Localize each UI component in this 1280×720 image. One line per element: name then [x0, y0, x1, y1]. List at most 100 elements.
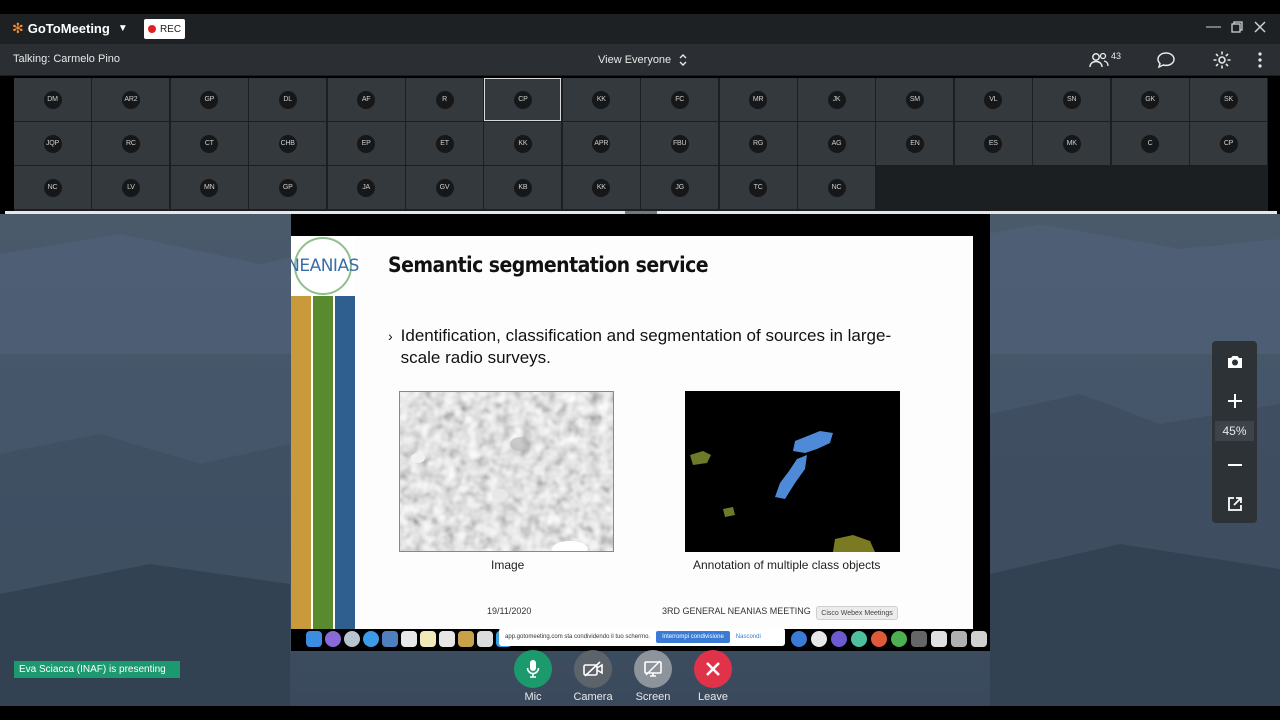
mail-icon	[382, 631, 398, 647]
participant-avatar: APR	[592, 134, 611, 153]
participant-tile[interactable]: CP	[1190, 122, 1267, 165]
participant-tile[interactable]: EP	[327, 122, 405, 165]
participant-tile[interactable]: NC	[798, 166, 875, 209]
participant-avatar: VL	[984, 90, 1003, 109]
snapshot-camera-icon[interactable]	[1219, 346, 1250, 377]
screen-button[interactable]	[634, 650, 672, 688]
dock-right-icons	[791, 631, 987, 647]
participant-avatar: AF	[357, 90, 376, 109]
launchpad-icon	[344, 631, 360, 647]
participant-tile[interactable]: VL	[954, 78, 1032, 121]
screen-control[interactable]: Screen	[633, 650, 673, 703]
mic-control[interactable]: Mic	[513, 650, 553, 703]
participant-avatar: JA	[357, 178, 376, 197]
caption-image: Image	[491, 558, 525, 572]
document-icon	[477, 631, 493, 647]
participant-tile[interactable]: FC	[641, 78, 719, 121]
participant-tile[interactable]: KK	[484, 122, 562, 165]
recording-badge[interactable]: REC	[144, 19, 185, 39]
participant-tile[interactable]: JG	[641, 166, 719, 209]
participant-avatar: CP	[1219, 134, 1238, 153]
participant-tile[interactable]: NC	[14, 166, 91, 209]
participant-tile[interactable]: DL	[249, 78, 327, 121]
app-icon-3	[871, 631, 887, 647]
minimize-icon[interactable]: —	[1206, 18, 1221, 35]
leave-control[interactable]: Leave	[693, 650, 733, 703]
participant-tile[interactable]: RG	[719, 122, 797, 165]
presentation-slide: NEANIAS Semantic segmentation service › …	[291, 236, 973, 629]
participant-tile[interactable]: GP	[249, 166, 327, 209]
notes-icon	[420, 631, 436, 647]
participant-tile[interactable]: SM	[876, 78, 954, 121]
camera-control[interactable]: Camera	[573, 650, 613, 703]
participant-tile[interactable]: AR2	[92, 78, 170, 121]
pop-out-icon[interactable]	[1219, 488, 1250, 519]
participant-tile[interactable]: KK	[562, 166, 640, 209]
view-selector[interactable]: View Everyone	[598, 53, 687, 67]
safari-icon	[363, 631, 379, 647]
shared-screen[interactable]: NEANIAS Semantic segmentation service › …	[291, 214, 990, 651]
leave-x-icon	[706, 662, 720, 676]
participant-tile[interactable]: AF	[327, 78, 405, 121]
participants-icon[interactable]	[1089, 52, 1109, 73]
participant-tile[interactable]: TC	[719, 166, 797, 209]
participant-avatar: GP	[200, 90, 219, 109]
stop-sharing-button[interactable]: Interrompi condivisione	[656, 631, 730, 643]
participant-tile[interactable]: GP	[170, 78, 248, 121]
app-menu[interactable]: ✻ GoToMeeting ▼	[12, 20, 128, 37]
leave-button[interactable]	[694, 650, 732, 688]
restore-icon[interactable]	[1231, 20, 1243, 37]
more-options-icon[interactable]	[1258, 52, 1262, 73]
participant-tile[interactable]: APR	[562, 122, 640, 165]
participant-tile[interactable]: GK	[1111, 78, 1189, 121]
participant-tile[interactable]: MN	[170, 166, 248, 209]
participant-avatar: SK	[1219, 90, 1238, 109]
participant-tile[interactable]: EN	[876, 122, 954, 165]
participant-tile[interactable]: CHB	[249, 122, 327, 165]
participant-tile[interactable]: DM	[14, 78, 91, 121]
participant-tile[interactable]: KB	[484, 166, 562, 209]
participant-avatar: KK	[592, 90, 611, 109]
participant-tile[interactable]: KK	[562, 78, 640, 121]
participant-tile[interactable]: ET	[406, 122, 483, 165]
participant-tile[interactable]: ES	[954, 122, 1032, 165]
zoom-in-icon[interactable]	[1219, 385, 1250, 416]
mic-button[interactable]	[514, 650, 552, 688]
participant-tile[interactable]: FBU	[641, 122, 719, 165]
close-icon[interactable]	[1254, 20, 1266, 37]
participant-tile[interactable]: LV	[92, 166, 170, 209]
participant-tile[interactable]: C	[1111, 122, 1189, 165]
record-dot-icon	[147, 25, 156, 33]
settings-gear-icon[interactable]	[1212, 50, 1232, 75]
participant-tile[interactable]: SK	[1190, 78, 1267, 121]
participant-avatar: DM	[43, 90, 62, 109]
participant-tile[interactable]: CT	[170, 122, 248, 165]
calendar-icon	[401, 631, 417, 647]
participant-avatar: MK	[1062, 134, 1081, 153]
participant-avatar: KK	[513, 134, 532, 153]
participant-tile[interactable]: JQP	[14, 122, 91, 165]
camera-button[interactable]	[574, 650, 612, 688]
leave-label: Leave	[698, 691, 728, 703]
participant-avatar: JK	[827, 90, 846, 109]
participant-grid: DM AR2 GP DL AF R CP KK FC MR JK SM VL SN GK SK JQP RC CT C…	[14, 78, 1268, 211]
zoom-out-icon[interactable]	[1219, 449, 1250, 480]
participant-tile[interactable]: MR	[719, 78, 797, 121]
participant-tile[interactable]: JA	[327, 166, 405, 209]
participant-tile[interactable]: JK	[798, 78, 875, 121]
zoom-level: 45%	[1215, 421, 1254, 441]
annotation-image	[685, 391, 900, 552]
participant-avatar: GV	[435, 178, 454, 197]
participant-tile[interactable]: AG	[798, 122, 875, 165]
participant-avatar: FBU	[670, 134, 689, 153]
participant-avatar: R	[435, 90, 454, 109]
participant-tile[interactable]: CP	[484, 78, 562, 121]
participant-tile[interactable]: RC	[92, 122, 170, 165]
participant-tile[interactable]: GV	[406, 166, 483, 209]
participant-tile[interactable]: MK	[1033, 122, 1111, 165]
participant-tile[interactable]: R	[406, 78, 483, 121]
chat-icon[interactable]	[1156, 51, 1176, 74]
hide-notice-button[interactable]: Nascondi	[736, 634, 761, 640]
participant-tile[interactable]: SN	[1033, 78, 1111, 121]
participant-avatar: AR2	[121, 90, 140, 109]
